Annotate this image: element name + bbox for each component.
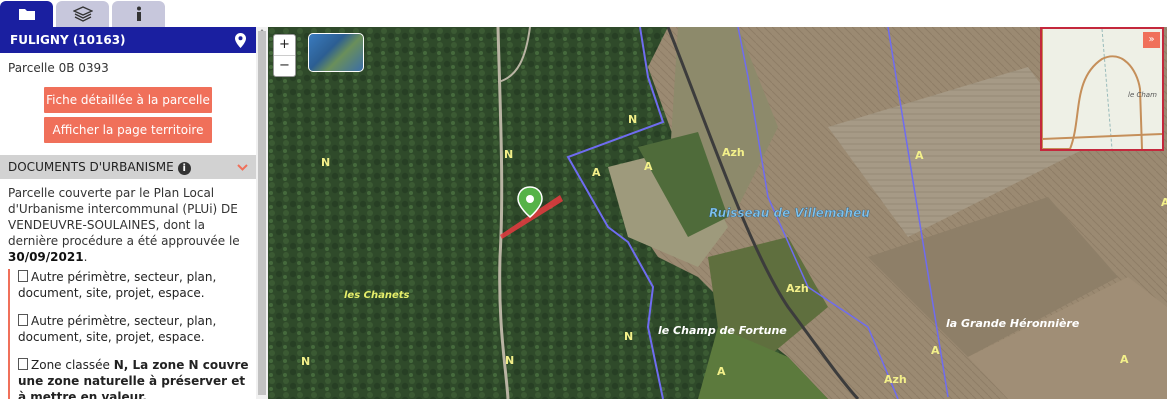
desc-end: . bbox=[83, 250, 88, 264]
zone-label: Azh bbox=[722, 146, 745, 159]
zone-label: A bbox=[717, 365, 726, 378]
map-label-champ: le Champ de Fortune bbox=[658, 324, 787, 337]
zone-label: Azh bbox=[786, 282, 809, 295]
side-panel: FULIGNY (10163) Parcelle 0B 0393 Fiche d… bbox=[0, 27, 256, 399]
parcel-id: Parcelle 0B 0393 bbox=[8, 61, 109, 75]
minimap-label: le Cham bbox=[1128, 91, 1157, 99]
desc-text: Parcelle couverte par le Plan Local d'Ur… bbox=[8, 186, 240, 248]
map-label-chanets: les Chanets bbox=[344, 290, 410, 301]
urbanisme-section-header[interactable]: DOCUMENTS D'URBANISME i bbox=[0, 155, 256, 179]
zone-label: N bbox=[504, 148, 513, 161]
overview-minimap[interactable]: le Cham » bbox=[1040, 27, 1164, 151]
zone-label: A bbox=[915, 149, 924, 162]
zoom-out-button[interactable]: − bbox=[274, 56, 295, 76]
tab-documents[interactable] bbox=[0, 1, 53, 27]
info-circle-icon[interactable]: i bbox=[177, 161, 191, 175]
fiche-detaillee-button[interactable]: Fiche détaillée à la parcelle bbox=[44, 87, 212, 113]
desc-date: 30/09/2021 bbox=[8, 250, 84, 264]
zone-label: N bbox=[301, 355, 310, 368]
panel-scrollbar[interactable] bbox=[256, 27, 268, 399]
minimap-collapse-button[interactable]: » bbox=[1143, 32, 1160, 48]
zone-label: A bbox=[644, 160, 653, 173]
layers-icon bbox=[72, 6, 93, 22]
zone-label: Azh bbox=[884, 373, 907, 386]
item-label: Autre périmètre, secteur, plan, document… bbox=[18, 270, 217, 300]
zone-label: A bbox=[1120, 353, 1129, 366]
tab-layers[interactable] bbox=[56, 1, 109, 27]
list-item[interactable]: Zone classée N, La zone N couvre une zon… bbox=[18, 357, 256, 399]
zone-label: A bbox=[1161, 196, 1167, 209]
tab-bar bbox=[0, 0, 256, 27]
map-label-heronniere: la Grande Héronnière bbox=[946, 317, 1080, 330]
zone-label: N bbox=[505, 354, 514, 367]
zoom-control: + − bbox=[273, 34, 296, 77]
list-item[interactable]: Autre périmètre, secteur, plan, document… bbox=[18, 313, 256, 345]
chevron-down-icon[interactable] bbox=[237, 163, 248, 171]
pdf-icon bbox=[18, 314, 28, 326]
zone-label: A bbox=[592, 166, 601, 179]
zone-label: N bbox=[628, 113, 637, 126]
map-label-ruisseau: Ruisseau de Villemaheu bbox=[709, 206, 870, 220]
panel-header: FULIGNY (10163) bbox=[0, 27, 256, 53]
section-heading: DOCUMENTS D'URBANISME i bbox=[8, 160, 191, 175]
plu-description: Parcelle couverte par le Plan Local d'Ur… bbox=[0, 179, 256, 265]
aerial-map[interactable]: N N N N N N A A A A A A A Azh Azh Azh Ru… bbox=[268, 27, 1167, 399]
pdf-icon bbox=[18, 358, 28, 370]
zone-label: N bbox=[624, 330, 633, 343]
page-territoire-button[interactable]: Afficher la page territoire bbox=[44, 117, 212, 143]
section-title: DOCUMENTS D'URBANISME bbox=[8, 159, 174, 174]
zone-label: A bbox=[931, 344, 940, 357]
scrollbar-thumb[interactable] bbox=[258, 31, 266, 395]
zoom-in-button[interactable]: + bbox=[274, 35, 295, 56]
tab-info[interactable] bbox=[112, 1, 165, 27]
location-pin-icon[interactable] bbox=[235, 32, 246, 48]
commune-title: FULIGNY (10163) bbox=[10, 33, 126, 47]
folder-icon bbox=[18, 9, 35, 20]
pdf-icon bbox=[18, 270, 28, 282]
map-view[interactable]: N N N N N N A A A A A A A Azh Azh Azh Ru… bbox=[268, 27, 1167, 399]
basemap-switcher[interactable] bbox=[308, 33, 364, 72]
info-icon bbox=[136, 6, 141, 21]
zone-label: N bbox=[321, 156, 330, 169]
list-item[interactable]: Autre périmètre, secteur, plan, document… bbox=[18, 269, 256, 301]
item-label: Autre périmètre, secteur, plan, document… bbox=[18, 314, 217, 344]
item-label: Zone classée bbox=[31, 358, 114, 372]
document-list: Autre périmètre, secteur, plan, document… bbox=[8, 269, 256, 399]
